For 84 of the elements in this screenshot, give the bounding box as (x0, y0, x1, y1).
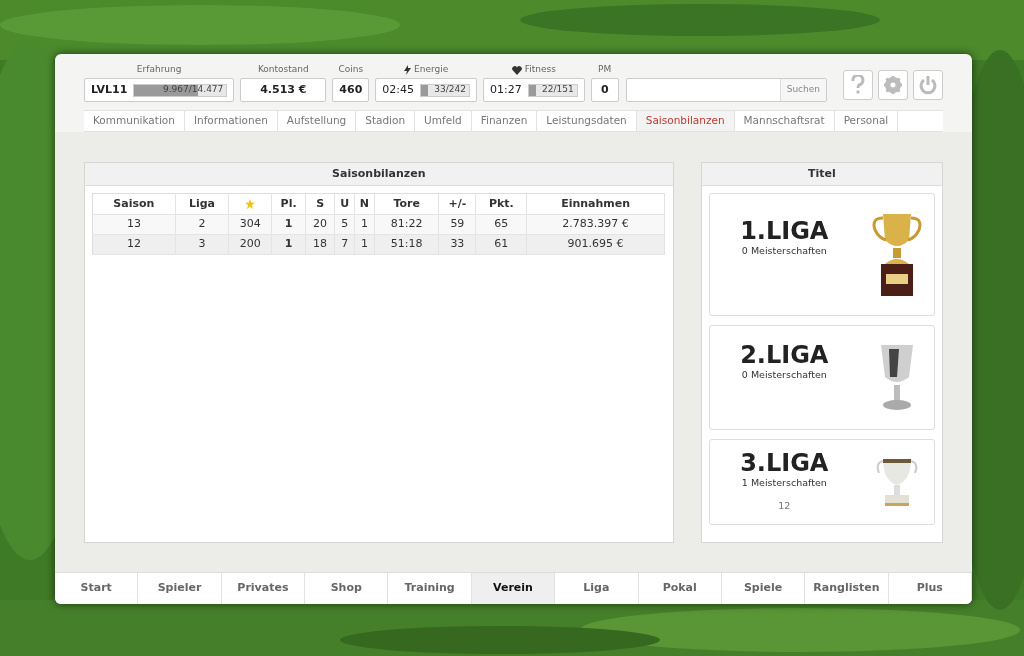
settings-icon[interactable] (878, 70, 908, 100)
nav-tab[interactable]: Spiele (721, 573, 806, 604)
table-cell: 51:18 (390, 237, 423, 251)
stat-value: 02:45 (382, 81, 414, 98)
nav-tab[interactable]: Umfeld (415, 111, 472, 131)
star-icon (245, 198, 256, 209)
heart-icon (511, 65, 522, 75)
search-button[interactable]: Suchen (779, 79, 826, 101)
league-title: 2.LIGA (740, 342, 829, 368)
column-header: Liga (188, 196, 215, 210)
column-header: Pkt. (488, 196, 514, 210)
championship-count: 1 Meisterschaften (741, 476, 827, 490)
nav-tab[interactable]: Aufstellung (277, 111, 357, 131)
power-icon[interactable] (913, 70, 943, 100)
table-cell: 81:22 (390, 217, 423, 231)
table-cell: 1 (360, 237, 368, 251)
table-cell: 7 (341, 237, 349, 251)
table-cell: 12 (126, 237, 141, 251)
column-header: Einnahmen (561, 196, 631, 210)
lightning-icon (404, 65, 412, 75)
bar-text: 22/151 (541, 84, 575, 96)
table-cell: 901.695 € (567, 237, 624, 251)
table-cell: 18 (313, 237, 328, 251)
table-cell: 3 (198, 237, 206, 251)
league-title: 1.LIGA (740, 218, 829, 244)
table-cell: 1 (284, 237, 293, 251)
nav-tab[interactable]: Pokal (638, 573, 722, 604)
table-cell: 1 (360, 217, 368, 231)
nav-tab[interactable]: Informationen (184, 111, 278, 131)
stat-label: Energie (414, 63, 449, 77)
table-cell: 20 (313, 217, 328, 231)
panel-title: Saisonbilanzen (85, 163, 673, 186)
stat-value: 01:27 (490, 81, 522, 98)
stat-value: 4.513 € (260, 81, 307, 98)
nav-tab[interactable]: Mannschaftsrat (734, 111, 835, 131)
stat-label: Coins (338, 63, 364, 77)
table-cell: 65 (494, 217, 509, 231)
stat-value: LVL11 (91, 81, 128, 98)
column-header: N (359, 196, 370, 210)
nav-tab[interactable]: Finanzen (471, 111, 538, 131)
stat-label: Erfahrung (136, 63, 182, 77)
nav-tab[interactable]: Liga (555, 573, 639, 604)
nav-tab[interactable]: Shop (305, 573, 389, 604)
nav-tab[interactable]: Plus (888, 573, 972, 604)
nav-tab[interactable]: Spieler (138, 573, 222, 604)
table-cell: 61 (494, 237, 509, 251)
championship-count: 0 Meisterschaften (741, 368, 827, 382)
league-title: 3.LIGA (740, 450, 829, 476)
stat-label: Fitness (524, 63, 556, 77)
season-list: 12 (778, 499, 791, 514)
table-cell: 200 (239, 237, 261, 251)
table-cell: 33 (450, 237, 465, 251)
table-cell: 59 (450, 217, 465, 231)
table-cell: 2 (198, 217, 206, 231)
column-header: U (340, 196, 350, 210)
nav-tab[interactable]: Leistungsdaten (537, 111, 637, 131)
stat-value: 460 (339, 81, 363, 98)
nav-tab[interactable]: Saisonbilanzen (636, 111, 735, 131)
championship-count: 0 Meisterschaften (741, 244, 827, 258)
stat-label: Kontostand (257, 63, 309, 77)
search-field[interactable]: Suchen (625, 78, 827, 102)
nav-tab[interactable]: Privates (221, 573, 306, 604)
column-header: S (316, 196, 325, 210)
table-cell: 1 (284, 217, 293, 231)
stat-label: PM (598, 63, 612, 77)
panel-title: Titel (701, 163, 942, 186)
column-header: Saison (113, 196, 155, 210)
table-cell: 2.783.397 € (562, 217, 629, 231)
nav-tab[interactable]: Personal (834, 111, 899, 131)
nav-tab[interactable]: Ranglisten (805, 573, 889, 604)
column-header: +/- (448, 196, 467, 210)
nav-tab[interactable]: Kommunikation (84, 111, 185, 131)
bar-text: 33/242 (433, 84, 467, 96)
nav-tab[interactable]: Training (388, 573, 472, 604)
nav-tab[interactable]: Verein (471, 573, 556, 604)
table-cell: 13 (126, 217, 141, 231)
column-header: Tore (393, 196, 420, 210)
help-icon[interactable] (843, 70, 873, 100)
stat-value: 0 (600, 81, 609, 98)
table-cell: 304 (239, 217, 261, 231)
nav-tab[interactable]: Stadion (356, 111, 416, 131)
column-header: Pl. (280, 196, 297, 210)
nav-tab[interactable]: Start (55, 573, 139, 604)
table-cell: 5 (341, 217, 349, 231)
